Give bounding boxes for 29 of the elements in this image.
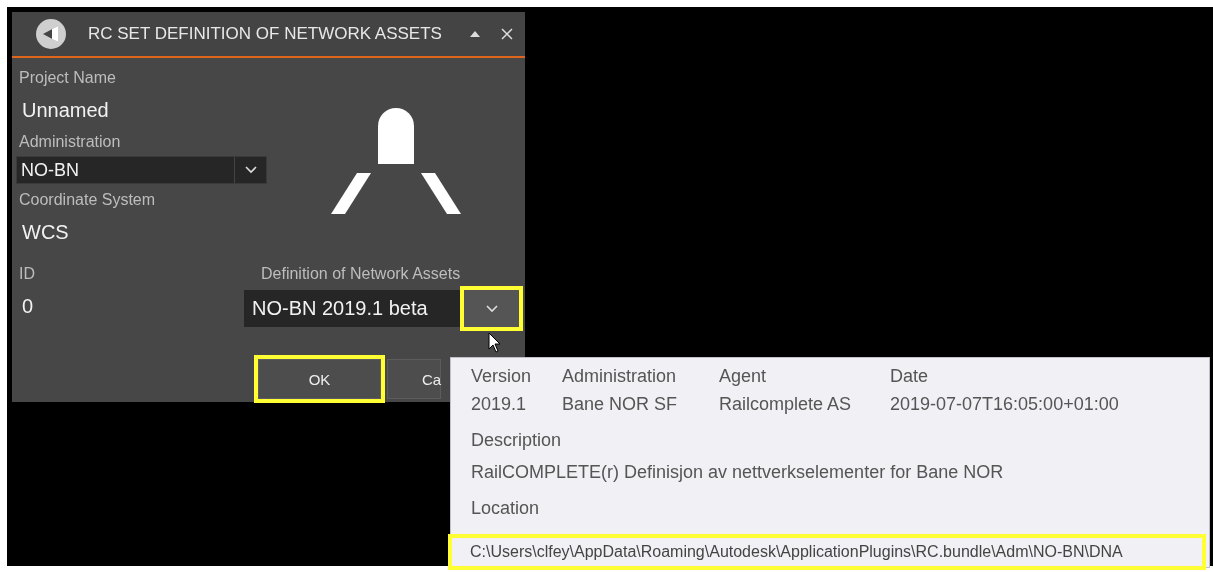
location-label: Location [471,498,541,518]
field-value: 0 [21,294,35,319]
dialog-button[interactable]: Ca [387,359,441,399]
chevron-icon [485,304,498,313]
column-label: Administration [562,366,678,386]
field-label: Project Name [19,68,117,88]
field-label: ID [19,264,36,284]
definition-dropdown[interactable]: NO-BN 2019.1 beta [244,290,460,327]
administration-dropdown[interactable]: NO-BN [16,156,267,184]
column-label: Date [890,366,930,386]
close-icon[interactable] [501,28,513,40]
chevron-icon [244,166,257,174]
cursor-icon [488,332,502,354]
field-value: Unnamed [21,98,110,123]
field-label: Administration [19,132,122,152]
app-logo-icon [34,17,68,51]
column-value: Bane NOR SF [562,394,679,414]
description-text: RailCOMPLETE(r) Definisjon av nettverkselementer for Bane NOR [471,462,1005,482]
field-value: WCS [21,220,70,245]
field-label: Coordinate System [19,190,157,210]
collapse-icon[interactable] [469,30,481,38]
column-label: Version [471,366,533,386]
window-title: RC SET DEFINITION OF NETWORK ASSETS [88,24,443,44]
field-label: Definition of Network Assets [260,264,461,284]
column-value: Railcomplete AS [719,394,853,414]
description-label: Description [471,430,563,450]
column-value: 2019-07-07T16:05:00+01:00 [890,394,1120,414]
column-label: Agent [719,366,768,386]
column-value: 2019.1 [471,394,528,414]
